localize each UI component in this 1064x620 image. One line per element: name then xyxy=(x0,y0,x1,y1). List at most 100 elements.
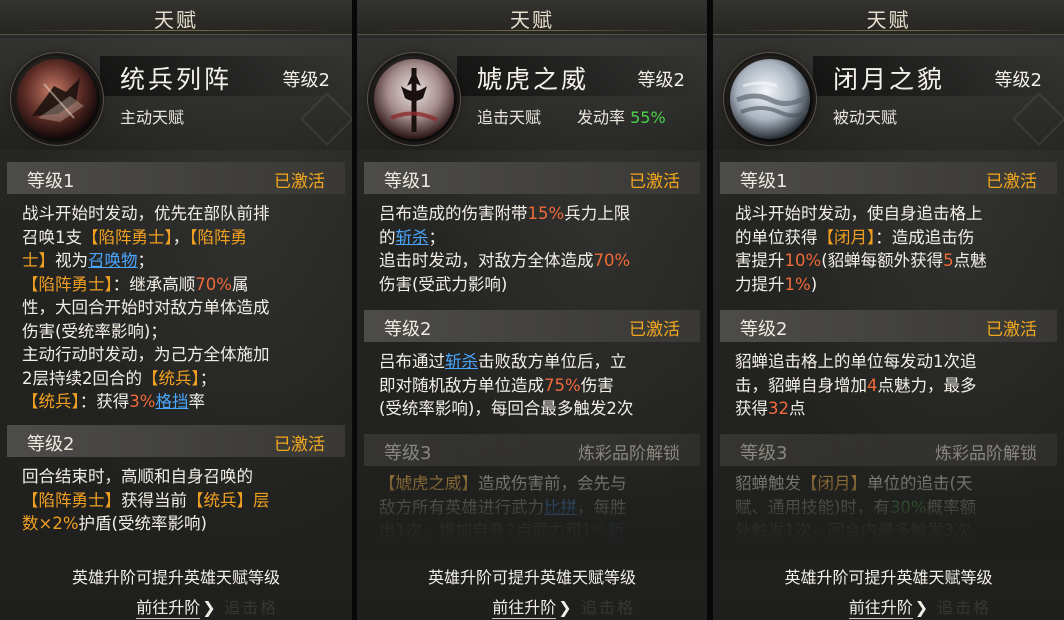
text-segment: ：获得 xyxy=(79,392,130,411)
level-1-status: 已激活 xyxy=(986,172,1037,192)
text-segment: 1% xyxy=(784,274,811,294)
text-segment: 点 xyxy=(789,399,806,418)
text-segment: 15% xyxy=(527,204,565,223)
level-2-label: 等级2 xyxy=(27,434,75,455)
panel-title: 天赋 xyxy=(154,8,198,32)
panel-title: 天赋 xyxy=(866,8,911,32)
level-2-label: 等级2 xyxy=(384,319,432,340)
talent-name: 闭月之貌 xyxy=(833,65,946,94)
description-line: 的斩杀； xyxy=(379,226,693,250)
level-3-status: 炼彩品阶解锁 xyxy=(578,444,680,464)
text-segment: 伤害(受武力影响) xyxy=(379,274,508,294)
text-segment: 【统兵】 xyxy=(142,368,200,388)
goto-upgrade-button[interactable]: 前往升阶 ❯ xyxy=(0,594,352,619)
panel-title-bar: 天赋 xyxy=(357,0,707,35)
level-1-header: 等级1 已激活 xyxy=(7,162,345,194)
level-1-header: 等级1 已激活 xyxy=(364,162,700,194)
talent-level: 等级2 xyxy=(637,70,685,91)
text-segment: (貂蝉每额外获得 xyxy=(821,251,944,270)
text-segment: 回合结束时，高顺和自身召唤的 xyxy=(22,467,253,486)
chevron-right-icon: ❯ xyxy=(202,598,216,617)
trigger-rate-label: 发动率 xyxy=(577,108,626,127)
level-1-description: 吕布造成的伤害附带15%兵力上限 的斩杀； 追击时发动，对敌方全体造成70% 伤害(受… xyxy=(379,202,693,296)
text-segment: 【陷阵勇士】 xyxy=(22,490,121,510)
text-segment: ； xyxy=(137,251,155,270)
text-segment: 视为 xyxy=(55,251,88,270)
text-segment: 32 xyxy=(768,399,789,418)
keyword-link[interactable]: 召唤物 xyxy=(88,251,138,270)
level-2-header: 等级2 已激活 xyxy=(720,310,1057,342)
goto-upgrade-label[interactable]: 前往升阶 xyxy=(848,598,913,619)
goto-upgrade-button[interactable]: 前往升阶 ❯ xyxy=(713,594,1064,619)
text-segment: ：造成追击伤 xyxy=(875,227,975,247)
content-fade xyxy=(357,470,707,560)
keyword-link[interactable]: 斩杀 xyxy=(396,228,429,247)
content-fade xyxy=(713,470,1064,560)
level-1-status: 已激活 xyxy=(274,172,325,192)
text-segment: ) xyxy=(810,274,818,294)
level-2-description: 吕布通过斩杀击败敌方单位后，立 即对随机敌方单位造成75%伤害 (受统率影响)，每回… xyxy=(379,350,693,421)
talent-type: 主动天赋 xyxy=(120,108,185,127)
level-2-header: 等级2 已激活 xyxy=(364,310,700,342)
level-2-status: 已激活 xyxy=(274,435,325,455)
keyword-link[interactable]: 斩杀 xyxy=(445,352,478,371)
text-segment: 即对随机敌方单位造成 xyxy=(379,375,544,395)
level-2-status: 已激活 xyxy=(986,320,1037,340)
upgrade-hint: 英雄升阶可提升英雄天赋等级 xyxy=(71,568,280,587)
text-segment: 的 xyxy=(379,227,396,247)
description-line: 主动行动时发动，为己方全体施加 xyxy=(22,343,338,367)
text-segment: 获得当前 xyxy=(121,490,187,510)
description-line: 2层持续2回合的【统兵】； xyxy=(22,367,338,391)
text-segment: 【陷阵勇士】 xyxy=(82,227,173,247)
description-line: 即对随机敌方单位造成75%伤害 xyxy=(379,374,693,398)
level-2-header: 等级2 已激活 xyxy=(7,425,345,457)
keyword-link[interactable]: 格挡 xyxy=(155,392,188,411)
chevron-right-icon: ❯ xyxy=(914,598,929,617)
talent-level: 等级2 xyxy=(994,70,1042,91)
description-line: 获得32点 xyxy=(735,397,1050,421)
text-segment: ； xyxy=(199,368,217,388)
talent-panel-1: 天赋 统兵列阵 等级2 主动天赋 等级1 已激活 战斗开始时发动，优先在部队前排… xyxy=(0,0,352,620)
talent-panel-3: 天赋 闭月之貌 等级2 被动天赋 等级1 已激活 战斗开始时发动，使自身追击格上… xyxy=(713,0,1064,620)
description-line: 力提升1%) xyxy=(735,273,1050,297)
level-2-description: 貂蝉追击格上的单位每发动1次追 击，貂蝉自身增加4点魅力，最多 获得32点 xyxy=(735,350,1050,421)
text-segment: 兵力上限 xyxy=(564,204,631,223)
goto-upgrade-button[interactable]: 前往升阶 ❯ xyxy=(357,594,707,619)
talent-type: 追击天赋 xyxy=(477,108,542,127)
level-1-description: 战斗开始时发动，使自身追击格上 的单位获得【闭月】：造成追击伤 害提升10%(貂蝉每… xyxy=(735,202,1050,296)
goto-upgrade-label[interactable]: 前往升阶 xyxy=(136,598,201,619)
text-segment: 5 xyxy=(943,251,954,270)
description-line: 伤害(受统率影响)； xyxy=(22,320,338,344)
description-line: 击，貂蝉自身增加4点魅力，最多 xyxy=(735,374,1050,398)
text-segment: 召唤1支 xyxy=(22,227,82,247)
text-segment: 【统兵】 xyxy=(22,392,80,411)
talent-name: 统兵列阵 xyxy=(120,65,233,94)
text-segment: 追击时发动，对敌方全体造成 xyxy=(379,251,594,270)
text-segment: 【闭月】 xyxy=(817,227,876,247)
text-segment: 性，大回合开始时对敌方单体造成 xyxy=(22,298,270,317)
text-segment: 75% xyxy=(544,375,581,395)
level-2-status: 已激活 xyxy=(629,320,680,340)
talent-panel-2: 天赋 虓虎之威 等级2 追击天赋 发动率 55% 等级1 已激活 吕布造成的伤害… xyxy=(357,0,707,620)
level-1-label: 等级1 xyxy=(27,171,75,192)
text-segment: 吕布造成的伤害附带 xyxy=(379,204,528,223)
level-3-status: 炼彩品阶解锁 xyxy=(935,444,1037,464)
text-segment: 护盾(受统率影响) xyxy=(78,514,207,533)
text-segment: 力提升 xyxy=(735,274,785,294)
description-line: 貂蝉追击格上的单位每发动1次追 xyxy=(735,350,1050,374)
text-segment: 战斗开始时发动，使自身追击格上 xyxy=(735,204,983,223)
halberd-icon xyxy=(371,56,457,142)
level-1-label: 等级1 xyxy=(384,171,432,192)
description-line: 【统兵】：获得3%格挡率 xyxy=(22,390,338,414)
level-3-label: 等级3 xyxy=(740,443,788,464)
upgrade-hint: 英雄升阶可提升英雄天赋等级 xyxy=(427,568,636,587)
level-1-description: 战斗开始时发动，优先在部队前排 召唤1支【陷阵勇士】，【陷阵勇 士】视为召唤物； 【陷… xyxy=(22,202,338,414)
level-2-label: 等级2 xyxy=(740,319,788,340)
chevron-right-icon: ❯ xyxy=(558,598,572,617)
panel-title-bar: 天赋 xyxy=(0,0,352,35)
text-segment: (受统率影响)，每回合最多触发2次 xyxy=(379,399,634,418)
text-segment: 战斗开始时发动，优先在部队前排 xyxy=(22,204,270,223)
goto-upgrade-label[interactable]: 前往升阶 xyxy=(492,598,557,619)
text-segment: 层 xyxy=(253,490,270,510)
text-segment: 【陷阵勇士】 xyxy=(22,274,113,294)
